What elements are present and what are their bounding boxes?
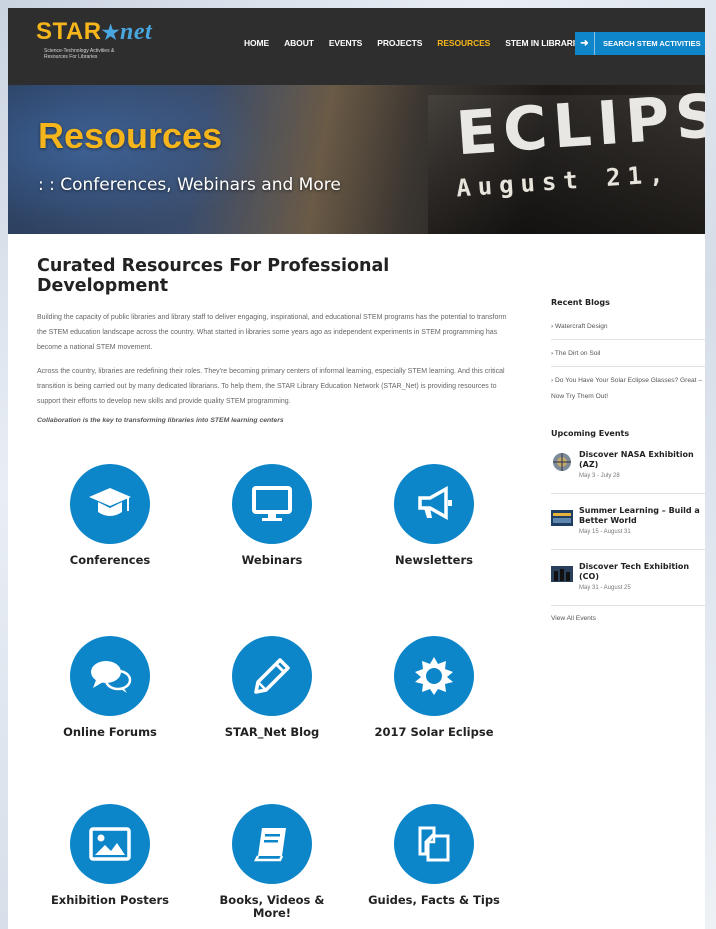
upcoming-events-heading: Upcoming Events: [551, 429, 630, 438]
nav-events[interactable]: EVENTS: [329, 38, 363, 48]
recent-blogs-heading: Recent Blogs: [551, 298, 610, 307]
pencil-icon: [232, 636, 312, 716]
documents-icon: [394, 804, 474, 884]
nav-resources[interactable]: RESOURCES: [437, 38, 490, 48]
event-dates: May 3 - July 28: [579, 473, 620, 479]
tile-solar-eclipse[interactable]: 2017 Solar Eclipse: [364, 636, 504, 739]
hero-background-left: [8, 85, 268, 234]
page-subtitle: : : Conferences, Webinars and More: [38, 175, 341, 195]
event-item[interactable]: Discover Tech Exhibition (CO) May 31 - A…: [551, 562, 705, 606]
intro-tagline: Collaboration is the key to transforming…: [37, 417, 284, 424]
tile-label: Conferences: [69, 553, 151, 567]
view-all-events-link[interactable]: View All Events: [551, 615, 705, 622]
tile-guides-facts-tips[interactable]: Guides, Facts & Tips: [364, 804, 504, 907]
monitor-icon: [232, 464, 312, 544]
tile-conferences[interactable]: Conferences: [40, 464, 180, 567]
logo-tagline: Science-Technology Activities & Resource…: [44, 48, 156, 60]
nav-projects[interactable]: PROJECTS: [377, 38, 422, 48]
tile-newsletters[interactable]: Newsletters: [364, 464, 504, 567]
tile-label: Newsletters: [395, 553, 473, 567]
sun-icon: [394, 636, 474, 716]
event-title: Discover Tech Exhibition (CO): [579, 562, 690, 581]
book-icon: [232, 804, 312, 884]
nav-about[interactable]: ABOUT: [284, 38, 314, 48]
search-stem-activities-button[interactable]: ➜ SEARCH STEM ACTIVITIES: [575, 32, 705, 55]
megaphone-icon: [394, 464, 474, 544]
section-heading: Curated Resources For Professional Devel…: [37, 256, 390, 296]
tile-webinars[interactable]: Webinars: [202, 464, 342, 567]
hero-banner: ECLIPS August 21, Resources : : Conferen…: [8, 85, 705, 234]
sidebar: Recent Blogs › Watercraft Design › The D…: [551, 298, 705, 622]
page: STAR★net Science-Technology Activities &…: [8, 8, 705, 929]
event-item[interactable]: Summer Learning – Build a Better World M…: [551, 506, 705, 550]
graduation-cap-icon: [70, 464, 150, 544]
event-dates: May 31 - August 25: [579, 585, 631, 591]
tile-label: Webinars: [241, 553, 303, 567]
event-thumbnail: [553, 453, 571, 471]
tile-label: Books, Videos & More!: [219, 893, 325, 920]
blog-link[interactable]: › Do You Have Your Solar Eclipse Glasses…: [551, 373, 705, 409]
tile-label: 2017 Solar Eclipse: [374, 725, 494, 739]
site-header: STAR★net Science-Technology Activities &…: [8, 8, 705, 85]
event-dates: May 15 - August 31: [579, 529, 631, 535]
event-item[interactable]: Discover NASA Exhibition (AZ) May 3 - Ju…: [551, 450, 705, 494]
tile-label: STAR_Net Blog: [224, 725, 320, 739]
nav-home[interactable]: HOME: [244, 38, 269, 48]
tile-label: Guides, Facts & Tips: [368, 893, 500, 907]
tile-label: Exhibition Posters: [50, 893, 170, 907]
event-title: Summer Learning – Build a Better World: [579, 506, 700, 525]
star-icon: ★: [101, 22, 120, 44]
tile-label: Online Forums: [63, 725, 157, 739]
tile-online-forums[interactable]: Online Forums: [40, 636, 180, 739]
page-title: Resources: [38, 115, 223, 156]
tile-exhibition-posters[interactable]: Exhibition Posters: [40, 804, 180, 907]
tile-books-videos[interactable]: Books, Videos & More!: [202, 804, 342, 920]
event-thumbnail: [551, 566, 573, 582]
image-icon: [70, 804, 150, 884]
search-button-label: SEARCH STEM ACTIVITIES: [603, 39, 701, 48]
main-content: Curated Resources For Professional Devel…: [37, 256, 517, 424]
logo-tagline-line2: Resources For Libraries: [44, 54, 98, 60]
logo[interactable]: STAR★net Science-Technology Activities &…: [36, 18, 156, 68]
intro-paragraph-2: Across the country, libraries are redefi…: [37, 368, 505, 405]
blog-link[interactable]: › Watercraft Design: [551, 319, 705, 340]
logo-text-star: STAR: [36, 18, 102, 45]
arrow-right-icon: ➜: [575, 32, 595, 55]
intro-paragraph-1: Building the capacity of public librarie…: [37, 314, 507, 351]
recent-blogs-list: › Watercraft Design › The Dirt on Soil ›…: [551, 319, 705, 409]
chat-bubbles-icon: [70, 636, 150, 716]
event-title: Discover NASA Exhibition (AZ): [579, 450, 694, 469]
tile-star-net-blog[interactable]: STAR_Net Blog: [202, 636, 342, 739]
blog-link[interactable]: › The Dirt on Soil: [551, 346, 705, 367]
event-thumbnail: [551, 510, 573, 526]
logo-text-net: net: [120, 19, 153, 45]
main-nav: HOME ABOUT EVENTS PROJECTS RESOURCES STE…: [244, 38, 601, 48]
